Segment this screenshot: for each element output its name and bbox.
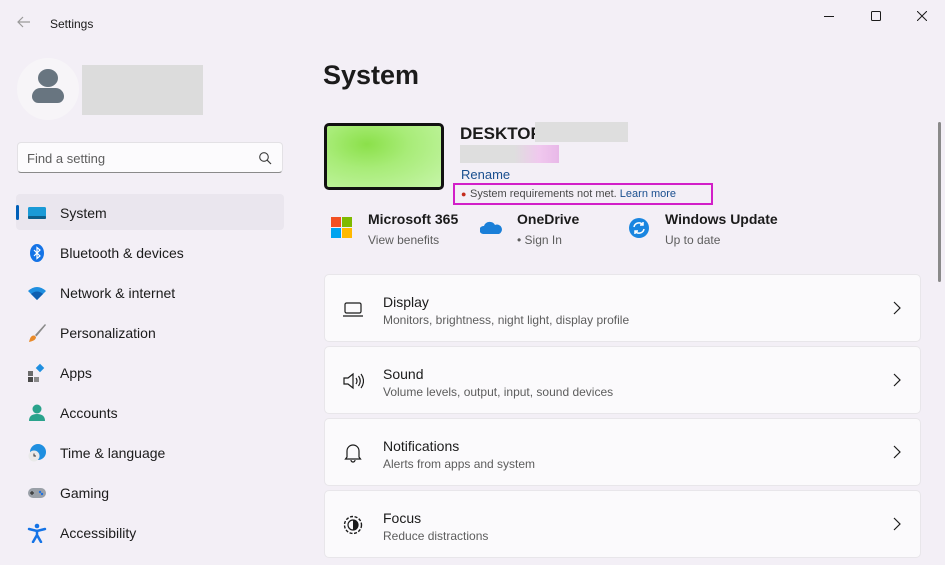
card-subtitle: Alerts from apps and system — [383, 457, 536, 471]
sidebar-item-network[interactable]: Network & internet — [16, 274, 284, 310]
quick-link-subtitle: Up to date — [665, 233, 721, 247]
card-title: Display — [383, 294, 429, 310]
sidebar-item-gaming[interactable]: Gaming — [16, 474, 284, 510]
settings-card-sound[interactable]: Sound Volume levels, output, input, soun… — [324, 346, 921, 414]
sidebar-item-label: System — [60, 205, 107, 221]
avatar — [17, 58, 79, 120]
device-name-redacted — [535, 122, 628, 142]
settings-card-focus[interactable]: Focus Reduce distractions — [324, 490, 921, 558]
sound-icon — [343, 372, 364, 390]
system-icon — [28, 207, 46, 219]
back-button[interactable] — [14, 12, 34, 36]
bell-icon — [344, 444, 362, 463]
card-subtitle: Volume levels, output, input, sound devi… — [383, 385, 614, 399]
sidebar-item-label: Network & internet — [60, 285, 176, 301]
settings-card-display[interactable]: Display Monitors, brightness, night ligh… — [324, 274, 921, 342]
device-model-redacted — [460, 145, 559, 163]
sidebar-item-label: Bluetooth & devices — [60, 245, 184, 261]
bluetooth-icon — [30, 244, 44, 262]
quick-link-title: Windows Update — [665, 211, 778, 227]
title-bar: Settings — [0, 0, 945, 48]
requirements-message: System requirements not met. — [470, 188, 617, 200]
back-arrow-icon — [17, 16, 30, 28]
sidebar-item-system[interactable]: System — [16, 194, 284, 230]
sidebar-item-label: Time & language — [60, 445, 166, 461]
card-title: Sound — [383, 366, 424, 382]
device-wallpaper-thumbnail — [324, 123, 444, 190]
wifi-icon — [28, 287, 46, 300]
system-requirements-notice: ● System requirements not met. Learn mor… — [453, 183, 713, 205]
close-icon — [917, 11, 927, 21]
quick-link-microsoft-365[interactable]: Microsoft 365 View benefits — [331, 211, 471, 251]
sidebar-item-apps[interactable]: Apps — [16, 354, 284, 390]
chevron-right-icon — [893, 445, 901, 459]
maximize-button[interactable] — [853, 4, 899, 28]
accessibility-icon — [27, 523, 47, 543]
learn-more-link[interactable]: Learn more — [620, 188, 676, 200]
warning-dot-icon: ● — [461, 189, 467, 199]
chevron-right-icon — [893, 373, 901, 387]
sidebar-nav: System Bluetooth & devices Network & int… — [16, 194, 284, 554]
sidebar-item-personalization[interactable]: Personalization — [16, 314, 284, 350]
onedrive-icon — [480, 221, 502, 234]
page-title: System — [323, 60, 420, 90]
avatar-head — [38, 69, 58, 87]
minimize-icon — [824, 16, 834, 17]
requirements-text: System requirements not met. Learn more — [470, 188, 676, 200]
settings-card-notifications[interactable]: Notifications Alerts from apps and syste… — [324, 418, 921, 486]
search-input[interactable] — [27, 149, 247, 167]
active-indicator — [16, 205, 19, 220]
app-title: Settings — [50, 17, 94, 31]
minimize-button[interactable] — [806, 4, 852, 28]
card-title: Focus — [383, 510, 422, 526]
sidebar-item-label: Accessibility — [60, 525, 137, 541]
brush-icon — [29, 324, 46, 342]
rename-link[interactable]: Rename — [461, 167, 510, 182]
search-box[interactable] — [17, 142, 283, 173]
avatar-body — [32, 88, 64, 103]
apps-icon — [28, 363, 45, 382]
sidebar-item-accessibility[interactable]: Accessibility — [16, 514, 284, 550]
card-subtitle: Reduce distractions — [383, 529, 489, 543]
close-button[interactable] — [899, 4, 945, 28]
sidebar-item-label: Personalization — [60, 325, 156, 341]
sidebar-item-time-language[interactable]: Time & language — [16, 434, 284, 470]
search-icon[interactable] — [258, 151, 272, 165]
accounts-icon — [29, 404, 45, 421]
microsoft-365-icon — [331, 217, 352, 238]
chevron-right-icon — [893, 517, 901, 531]
windows-update-icon — [629, 218, 649, 238]
quick-link-title: OneDrive — [517, 211, 580, 227]
display-icon — [343, 302, 363, 317]
time-language-icon — [28, 444, 46, 462]
sidebar-item-label: Gaming — [60, 485, 110, 501]
sidebar-item-label: Accounts — [60, 405, 118, 421]
profile-name-redacted — [82, 65, 203, 115]
gaming-icon — [28, 488, 46, 498]
focus-icon — [343, 515, 363, 535]
card-title: Notifications — [383, 438, 460, 454]
quick-link-subtitle: View benefits — [368, 233, 440, 247]
quick-link-onedrive[interactable]: OneDrive • Sign In — [480, 211, 620, 251]
main-scrollbar[interactable] — [938, 122, 941, 282]
sidebar-item-label: Apps — [60, 365, 92, 381]
quick-link-title: Microsoft 365 — [368, 211, 459, 227]
sidebar-item-bluetooth[interactable]: Bluetooth & devices — [16, 234, 284, 270]
device-name: DESKTOP — [460, 124, 542, 143]
quick-link-windows-update[interactable]: Windows Update Up to date — [628, 211, 788, 251]
maximize-icon — [871, 11, 881, 21]
chevron-right-icon — [893, 301, 901, 315]
card-subtitle: Monitors, brightness, night light, displ… — [383, 313, 630, 327]
quick-link-subtitle: • Sign In — [517, 233, 562, 247]
sidebar-item-accounts[interactable]: Accounts — [16, 394, 284, 430]
